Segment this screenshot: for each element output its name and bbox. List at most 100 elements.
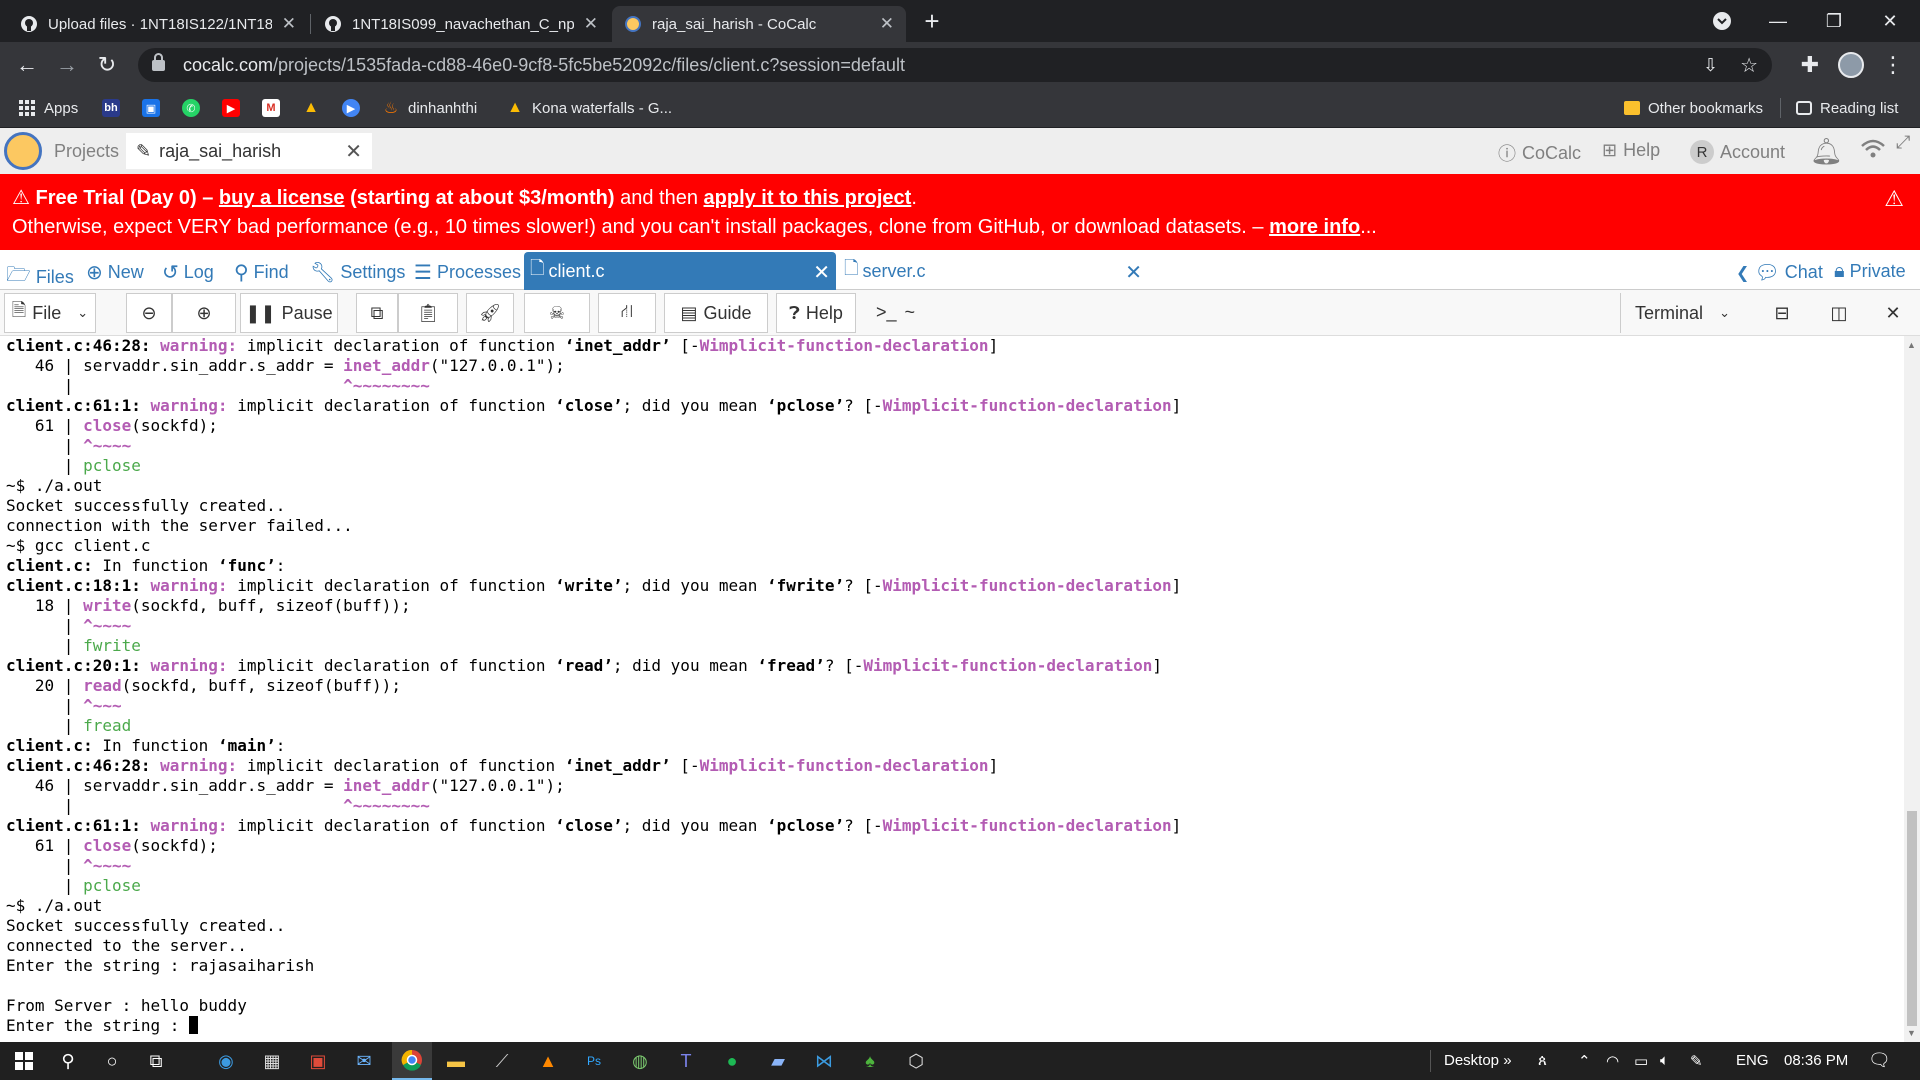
bookmark-kona[interactable]: ▲ Kona waterfalls - G...: [506, 97, 672, 119]
zoom-in-button[interactable]: ⊕: [172, 293, 236, 333]
cocalc-link[interactable]: ⓘ CoCalc: [1498, 140, 1581, 166]
xbox-icon[interactable]: ◍: [626, 1047, 654, 1075]
reload-icon[interactable]: ↻: [92, 50, 122, 80]
task-view-icon[interactable]: ⧉: [142, 1047, 170, 1075]
desktop-toolbar[interactable]: Desktop »: [1444, 1052, 1512, 1069]
mongodb-icon[interactable]: ♠: [856, 1047, 884, 1075]
help-button[interactable]: ❓︎ Help: [776, 293, 856, 333]
rocket-button[interactable]: 🚀︎: [466, 293, 514, 333]
mail-icon[interactable]: ✉: [350, 1047, 378, 1075]
vscode-icon[interactable]: ⋈: [810, 1047, 838, 1075]
project-tab[interactable]: ✎ raja_sai_harish ✕: [126, 133, 372, 169]
zoom-out-button[interactable]: ⊖: [126, 293, 172, 333]
kill-button[interactable]: ☠: [524, 293, 590, 333]
apply-license-link[interactable]: apply it to this project: [704, 187, 912, 209]
frame-type-select[interactable]: Terminal ⌄: [1620, 293, 1744, 333]
browser-tab-navachethan[interactable]: 1NT18IS099_navachethan_C_npL ✕: [312, 6, 610, 42]
close-icon[interactable]: ✕: [1125, 260, 1142, 285]
bookmark-drive[interactable]: ▲: [302, 97, 328, 119]
scrollbar-thumb[interactable]: [1907, 811, 1917, 1026]
bookmark-bh[interactable]: bh: [102, 97, 128, 119]
minimize-icon[interactable]: —: [1750, 0, 1806, 42]
paste-button[interactable]: 📋︎: [398, 293, 458, 333]
store-icon[interactable]: ▦: [258, 1047, 286, 1075]
bookmark-youtube[interactable]: ▶: [222, 97, 248, 119]
close-icon[interactable]: ✕: [345, 139, 362, 164]
scroll-up-icon[interactable]: ▲: [1907, 340, 1916, 350]
virtualbox-icon[interactable]: ⬡: [902, 1047, 930, 1075]
split-horizontal-button[interactable]: ⊟: [1756, 293, 1808, 333]
bell-icon[interactable]: 🔔︎: [1810, 136, 1843, 167]
scroll-down-icon[interactable]: ▼: [1907, 1028, 1916, 1038]
nav-processes[interactable]: ☰ Processes: [414, 260, 521, 285]
bookmark-whatsapp[interactable]: ✆: [182, 97, 208, 119]
language-indicator[interactable]: ENG: [1736, 1052, 1769, 1069]
teams-icon[interactable]: T: [672, 1047, 700, 1075]
restore-icon[interactable]: ❐: [1806, 0, 1862, 42]
guide-button[interactable]: ▤ Guide: [664, 293, 768, 333]
bookmark-play[interactable]: ▶: [342, 97, 368, 119]
projects-tab[interactable]: Projects: [44, 133, 122, 169]
close-icon[interactable]: ✕: [880, 14, 894, 34]
edge-icon[interactable]: ◉: [212, 1047, 240, 1075]
clock[interactable]: 08:36 PM: [1784, 1052, 1848, 1069]
bookmark-apps[interactable]: Apps: [18, 97, 78, 119]
app-icon[interactable]: ▰: [764, 1047, 792, 1075]
terminal-scrollbar[interactable]: ▲ ▼: [1904, 336, 1920, 1042]
pen-icon[interactable]: ✎: [1690, 1052, 1703, 1070]
file-explorer-icon[interactable]: ▬: [442, 1047, 470, 1075]
buy-license-link[interactable]: buy a license: [219, 187, 345, 209]
file-tab-server-c[interactable]: 🗋︎ server.c ✕: [838, 252, 1150, 290]
nav-find[interactable]: ⚲ Find: [234, 260, 289, 285]
vlc-icon[interactable]: ▲: [534, 1047, 562, 1075]
cocalc-logo[interactable]: [4, 132, 42, 170]
chevron-up-icon[interactable]: ⌃: [1578, 1052, 1591, 1070]
browser-tab-upload-files[interactable]: Upload files · 1NT18IS122/1NT18I ✕: [8, 6, 308, 42]
pause-button[interactable]: ❚❚ Pause: [240, 293, 338, 333]
back-icon[interactable]: ←: [12, 50, 42, 80]
nav-new[interactable]: ⊕ New: [86, 260, 144, 285]
tour-button[interactable]: ⛙: [598, 293, 656, 333]
chrome-icon[interactable]: [392, 1042, 432, 1080]
cortana-icon[interactable]: ○: [98, 1047, 126, 1075]
bookmark-other[interactable]: Other bookmarks: [1624, 97, 1763, 119]
address-bar[interactable]: cocalc.com /projects/1535fada-cd88-46e0-…: [138, 48, 1772, 82]
account-link[interactable]: R Account: [1690, 140, 1785, 164]
extensions-icon[interactable]: ✚: [1795, 50, 1825, 80]
terminal-output[interactable]: client.c:46:28: warning: implicit declar…: [0, 336, 1904, 1042]
forward-icon[interactable]: →: [52, 50, 82, 80]
bookmark-meet[interactable]: ▣: [142, 97, 168, 119]
fullscreen-icon[interactable]: ⤢: [1896, 132, 1910, 153]
install-app-icon[interactable]: ⇩: [1703, 55, 1718, 76]
notification-icon[interactable]: 🗨︎: [1868, 1050, 1891, 1071]
close-icon[interactable]: ✕: [813, 260, 830, 285]
battery-icon[interactable]: ▭: [1634, 1052, 1648, 1070]
file-menu-button[interactable]: 🗎︎ File ⌄: [4, 293, 96, 333]
nav-log[interactable]: ↺ Log: [162, 260, 214, 285]
search-icon[interactable]: ⚲: [54, 1047, 82, 1075]
app-icon[interactable]: ⟋: [488, 1047, 516, 1075]
more-info-link[interactable]: more info: [1269, 216, 1360, 238]
copy-button[interactable]: ⧉: [356, 293, 398, 333]
windows-start-icon[interactable]: [10, 1047, 38, 1075]
bookmark-dinhanhthi[interactable]: ♨ dinhanhthi: [382, 97, 477, 119]
help-link[interactable]: ⊞ Help: [1602, 140, 1660, 161]
close-window-icon[interactable]: ✕: [1862, 0, 1918, 42]
close-frame-button[interactable]: ✕: [1870, 293, 1916, 333]
nav-chat[interactable]: ❮ 💬︎ Chat: [1736, 260, 1823, 285]
tab-search-icon[interactable]: [1694, 0, 1750, 42]
profile-avatar[interactable]: [1838, 52, 1864, 78]
bookmark-gmail[interactable]: M: [262, 97, 288, 119]
photoshop-icon[interactable]: Ps: [580, 1047, 608, 1075]
people-icon[interactable]: ጰ: [1538, 1052, 1547, 1069]
nav-files[interactable]: 🗁︎ Files: [6, 260, 74, 294]
close-icon[interactable]: ✕: [282, 14, 296, 34]
volume-icon[interactable]: 🔈︎: [1660, 1052, 1669, 1069]
browser-tab-cocalc[interactable]: raja_sai_harish - CoCalc ✕: [612, 6, 906, 42]
nav-private[interactable]: 🔒︎ Private: [1834, 260, 1906, 283]
new-tab-icon[interactable]: +: [907, 0, 957, 42]
close-icon[interactable]: ✕: [584, 14, 598, 34]
bookmark-reading-list[interactable]: Reading list: [1796, 97, 1898, 119]
file-tab-client-c[interactable]: 🗋︎ client.c ✕: [524, 252, 836, 290]
bookmark-star-icon[interactable]: ☆: [1740, 53, 1758, 78]
